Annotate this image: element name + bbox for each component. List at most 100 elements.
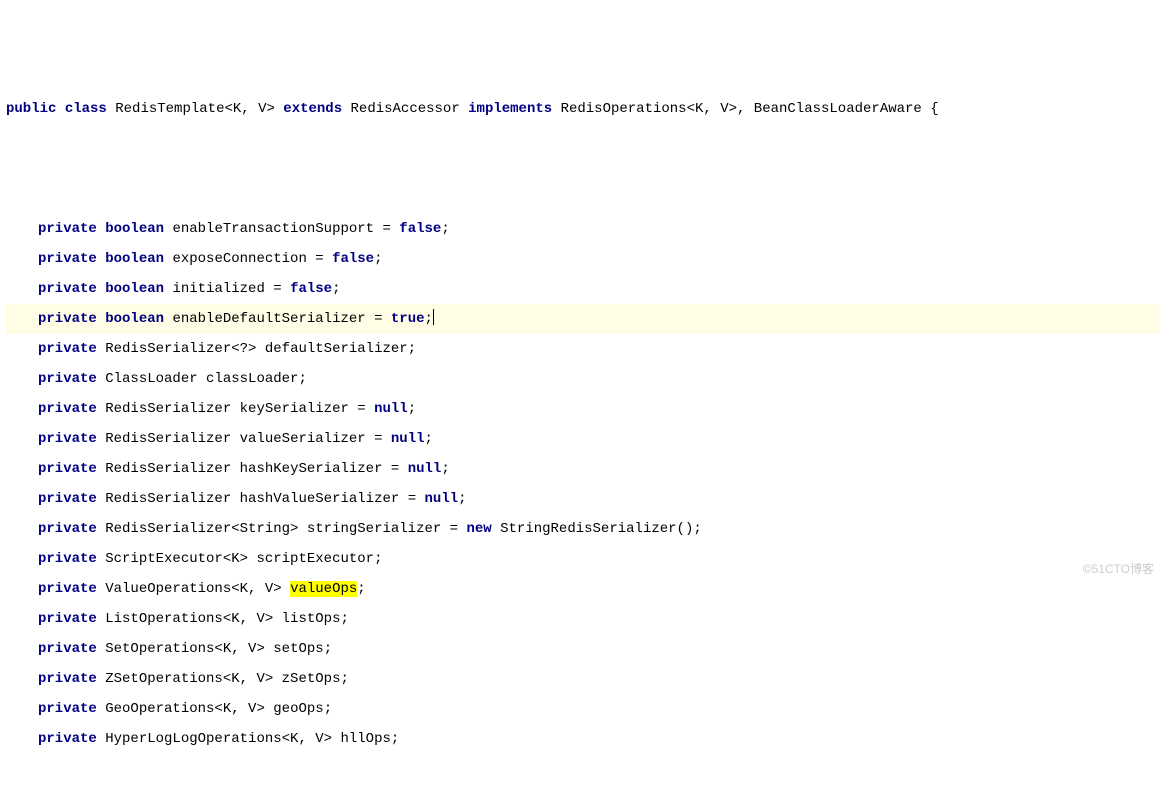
field-line-11: private ScriptExecutor<K> scriptExecutor… [6, 544, 1160, 574]
field-type: GeoOperations<K, V> [105, 701, 265, 717]
field-name: hashValueSerializer [240, 491, 400, 507]
assign-op: = [366, 311, 391, 327]
keyword-value: null [374, 401, 408, 417]
semicolon: ; [441, 461, 449, 477]
field-line-5: private ClassLoader classLoader; [6, 364, 1160, 394]
assign-op: = [399, 491, 424, 507]
field-name: valueSerializer [240, 431, 366, 447]
field-type: RedisSerializer [105, 461, 231, 477]
semicolon: ; [340, 611, 348, 627]
field-name: classLoader [206, 371, 298, 387]
field-line-12: private ValueOperations<K, V> valueOps; [6, 574, 1160, 604]
keyword-value: false [290, 281, 332, 297]
field-name: initialized [172, 281, 264, 297]
keyword-class: class [65, 101, 107, 117]
assign-op: = [349, 401, 374, 417]
field-name: hllOps [340, 731, 390, 747]
field-type: ScriptExecutor<K> [105, 551, 248, 567]
assign-op: = [374, 221, 399, 237]
semicolon: ; [408, 341, 416, 357]
field-type: RedisSerializer<?> [105, 341, 256, 357]
code-block: public class RedisTemplate<K, V> extends… [0, 0, 1160, 788]
keyword-extends: extends [283, 101, 342, 117]
field-name: listOps [282, 611, 341, 627]
semicolon: ; [340, 671, 348, 687]
field-line-15: private ZSetOperations<K, V> zSetOps; [6, 664, 1160, 694]
keyword-new: new [467, 521, 492, 537]
field-name: enableDefaultSerializer [172, 311, 365, 327]
field-line-2: private boolean initialized = false; [6, 274, 1160, 304]
keyword-value: false [332, 251, 374, 267]
implements-list: RedisOperations<K, V>, BeanClassLoaderAw… [561, 101, 922, 117]
field-name: exposeConnection [172, 251, 306, 267]
field-type: RedisSerializer [105, 491, 231, 507]
field-line-8: private RedisSerializer hashKeySerialize… [6, 454, 1160, 484]
keyword-private: private [38, 371, 97, 387]
keyword-private: private [38, 461, 97, 477]
field-line-16: private GeoOperations<K, V> geoOps; [6, 694, 1160, 724]
semicolon: ; [298, 371, 306, 387]
field-name: setOps [273, 641, 323, 657]
keyword-value: null [425, 491, 459, 507]
semicolon: ; [693, 521, 701, 537]
semicolon: ; [357, 581, 365, 597]
keyword-private: private [38, 521, 97, 537]
keyword-private: private [38, 491, 97, 507]
field-type: RedisSerializer [105, 401, 231, 417]
field-line-9: private RedisSerializer hashValueSeriali… [6, 484, 1160, 514]
semicolon: ; [425, 431, 433, 447]
semicolon: ; [458, 491, 466, 507]
class-name: RedisTemplate [115, 101, 224, 117]
keyword-type: boolean [105, 311, 164, 327]
field-name: defaultSerializer [265, 341, 408, 357]
field-line-14: private SetOperations<K, V> setOps; [6, 634, 1160, 664]
keyword-private: private [38, 251, 97, 267]
constructor-call: StringRedisSerializer() [492, 521, 694, 537]
keyword-private: private [38, 281, 97, 297]
field-type: SetOperations<K, V> [105, 641, 265, 657]
assign-op: = [307, 251, 332, 267]
extends-class: RedisAccessor [351, 101, 460, 117]
assign-op: = [366, 431, 391, 447]
field-name: geoOps [273, 701, 323, 717]
keyword-private: private [38, 701, 97, 717]
field-line-10: private RedisSerializer<String> stringSe… [6, 514, 1160, 544]
keyword-type: boolean [105, 221, 164, 237]
field-line-1: private boolean exposeConnection = false… [6, 244, 1160, 274]
field-type: HyperLogLogOperations<K, V> [105, 731, 332, 747]
field-type: ListOperations<K, V> [105, 611, 273, 627]
keyword-implements: implements [468, 101, 552, 117]
field-type: ValueOperations<K, V> [105, 581, 281, 597]
semicolon: ; [391, 731, 399, 747]
field-name: keySerializer [240, 401, 349, 417]
keyword-private: private [38, 731, 97, 747]
field-type: ClassLoader [105, 371, 197, 387]
text-cursor [433, 309, 434, 325]
field-type: ZSetOperations<K, V> [105, 671, 273, 687]
keyword-private: private [38, 401, 97, 417]
assign-op: = [382, 461, 407, 477]
semicolon: ; [425, 311, 433, 327]
assign-op: = [441, 521, 466, 537]
keyword-private: private [38, 551, 97, 567]
keyword-private: private [38, 671, 97, 687]
keyword-value: null [408, 461, 442, 477]
field-line-3: private boolean enableDefaultSerializer … [6, 304, 1160, 334]
semicolon: ; [324, 641, 332, 657]
semicolon: ; [324, 701, 332, 717]
keyword-private: private [38, 341, 97, 357]
class-declaration-line: public class RedisTemplate<K, V> extends… [6, 94, 1160, 124]
keyword-private: private [38, 311, 97, 327]
assign-op: = [265, 281, 290, 297]
keyword-value: false [399, 221, 441, 237]
semicolon: ; [332, 281, 340, 297]
semicolon: ; [408, 401, 416, 417]
class-generics: <K, V> [224, 101, 274, 117]
keyword-type: boolean [105, 281, 164, 297]
semicolon: ; [441, 221, 449, 237]
field-line-0: private boolean enableTransactionSupport… [6, 214, 1160, 244]
field-name: stringSerializer [307, 521, 441, 537]
field-name: hashKeySerializer [240, 461, 383, 477]
field-type: RedisSerializer<String> [105, 521, 298, 537]
keyword-value: null [391, 431, 425, 447]
